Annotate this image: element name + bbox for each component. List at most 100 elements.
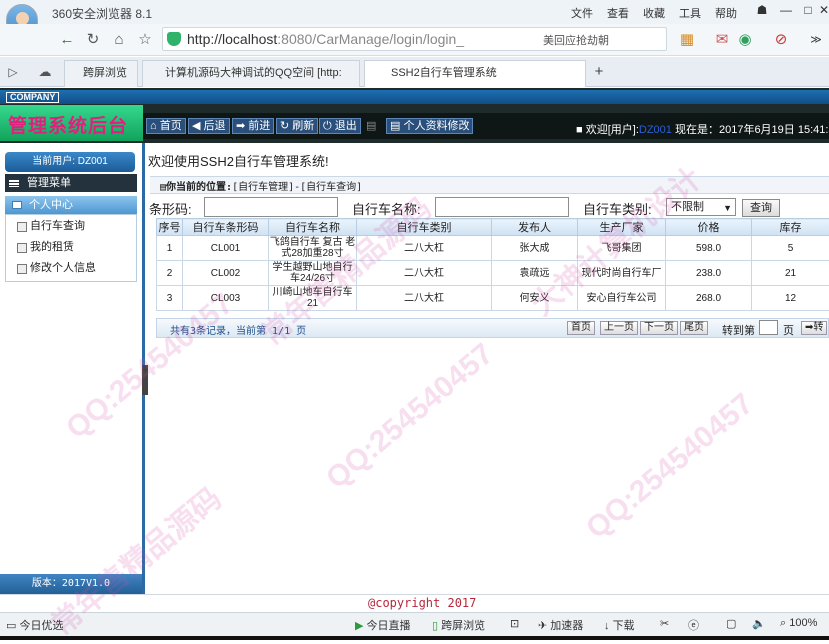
address-text[interactable]: http://localhost:8080/CarManage/login/lo… (187, 31, 464, 47)
more-icon[interactable]: ≫ (805, 29, 827, 51)
current-user-badge: 当前用户: DZ001 (5, 152, 135, 172)
menu-refresh-button[interactable]: ↻ 刷新 (276, 118, 318, 134)
refresh-icon[interactable]: ↻ (82, 29, 104, 51)
menu-forward-button[interactable]: ➡ 前进 (232, 118, 274, 134)
table-body: 1CL001飞鸽自行车 复古 老式28加重28寸二八大杠张大成飞哥集团598.0… (157, 236, 829, 311)
table-row[interactable]: 3CL003川崎山地车自行车21二八大杠何安义安心自行车公司268.012 (157, 286, 829, 311)
menu-favorites[interactable]: 收藏 (643, 5, 665, 21)
table-cell: 2 (157, 261, 183, 286)
mail-icon[interactable]: ✉ (711, 29, 733, 51)
accelerator-button[interactable]: ✈ 加速器 (538, 617, 583, 633)
menu-profile-button[interactable]: ▤ 个人资料修改 (386, 118, 473, 134)
menu-forward-label: 前进 (248, 120, 270, 132)
back-icon[interactable]: ← (56, 29, 78, 51)
menu-profile-label: 个人资料修改 (403, 120, 469, 132)
bike-name-input[interactable] (435, 197, 569, 217)
first-page-button[interactable]: 首页 (567, 321, 595, 335)
address-bar[interactable]: http://localhost:8080/CarManage/login/lo… (162, 27, 667, 51)
breadcrumb-text: ▤你当前的位置:[自行车管理]-[自行车查询] (160, 178, 362, 193)
cross-screen-button[interactable]: ▯ 跨屏浏览 (432, 617, 485, 633)
table-cell: 5 (752, 236, 829, 261)
menu-view[interactable]: 查看 (607, 5, 629, 21)
shop-icon[interactable]: ◉ (734, 29, 756, 51)
download-button[interactable]: ↓ 下载 (604, 617, 635, 633)
column-header: 序号 (157, 219, 183, 236)
column-header: 自行车类别 (357, 219, 492, 236)
play-icon: ▶ (355, 620, 363, 632)
maximize-button[interactable]: □ (798, 3, 818, 19)
tab-bike-system[interactable]: SSH2自行车管理系统 (364, 60, 586, 87)
category-label: 自行车类别: (583, 199, 652, 218)
address-search-suggestion[interactable]: 美回应抢劫朝 (543, 32, 609, 48)
zoom-icon: ⌕ (780, 617, 786, 629)
table-cell: 二八大杠 (357, 236, 492, 261)
table-cell: CL003 (183, 286, 269, 311)
cloud-icon[interactable]: ☁ (34, 61, 56, 83)
menu-file[interactable]: 文件 (571, 5, 593, 21)
menu-group-personal[interactable]: 个人中心 (5, 196, 137, 214)
next-page-button[interactable]: 下一页 (640, 321, 678, 335)
folder-icon (12, 201, 22, 209)
minimize-button[interactable]: — (776, 3, 796, 19)
table-row[interactable]: 2CL002学生越野山地自行车24/26寸二八大杠袁疏远现代时尚自行车厂238.… (157, 261, 829, 286)
menu-back-button[interactable]: ◀ 后退 (188, 118, 230, 134)
menu-logout-button[interactable]: ⏻ 退出 (319, 118, 361, 134)
welcome-bar: ■ 欢迎[用户]:DZ001 现在是：2017年6月19日 15:41:3 (576, 121, 829, 137)
adblock-icon[interactable]: ⊘ (770, 29, 792, 51)
query-button[interactable]: 查询 (742, 199, 780, 217)
sidebar-item-edit-profile[interactable]: 修改个人信息 (17, 259, 96, 277)
status-misc-icon[interactable]: ⊡ (510, 617, 519, 630)
goto-label: 转到第 (722, 322, 755, 338)
category-select[interactable]: 不限制 (666, 198, 736, 216)
welcome-prefix: 欢迎[用户]: (586, 124, 639, 136)
close-button[interactable]: ✕ (818, 3, 829, 19)
new-tab-button[interactable]: + (588, 61, 610, 83)
address-host: http://localhost (187, 31, 277, 47)
table-cell: 川崎山地车自行车21 (269, 286, 357, 311)
download-label: 下载 (613, 620, 635, 632)
brand-title: 管理系统后台 (8, 111, 128, 138)
extensions-icon[interactable]: ▦ (676, 29, 698, 51)
column-header: 生产厂家 (578, 219, 666, 236)
barcode-input[interactable] (204, 197, 338, 217)
volume-icon[interactable]: 🔈 (752, 617, 766, 630)
phone-icon: ▯ (432, 620, 438, 632)
tab-qq-space[interactable]: 计算机源码大神调试的QQ空间 [http: (142, 60, 360, 87)
table-cell: 二八大杠 (357, 261, 492, 286)
table-cell: 12 (752, 286, 829, 311)
menu-tools[interactable]: 工具 (679, 5, 701, 21)
status-cut-icon[interactable]: ✂ (660, 617, 669, 630)
page-unit-label: 页 (783, 322, 794, 338)
status-ie-icon[interactable]: ⓔ (688, 617, 699, 633)
menu-help[interactable]: 帮助 (715, 5, 737, 21)
menu-home-button[interactable]: ⌂ 首页 (146, 118, 186, 134)
menu-logout-label: 退出 (335, 120, 357, 132)
sidebar-item-bike-query[interactable]: 自行车查询 (17, 217, 85, 235)
daily-picks[interactable]: ▭ 今日优选 (6, 617, 63, 633)
cross-screen-label: 跨屏浏览 (441, 620, 485, 632)
pager-info: 共有3条记录，当前第 1/1 页 (170, 322, 306, 337)
tab-cross-screen[interactable]: 跨屏浏览 (64, 60, 138, 87)
home-icon[interactable]: ⌂ (108, 29, 130, 51)
skin-icon[interactable]: ☗ (752, 3, 772, 19)
download-icon: ↓ (604, 620, 610, 632)
welcome-user: DZ001 (639, 124, 672, 136)
live-button[interactable]: ▶ 今日直播 (355, 617, 411, 633)
sidebar-toggle-icon[interactable]: ▷ (2, 61, 24, 83)
table-cell: 何安义 (492, 286, 578, 311)
goto-page-input[interactable] (759, 320, 778, 335)
table-cell: 学生越野山地自行车24/26寸 (269, 261, 357, 286)
last-page-button[interactable]: 尾页 (680, 321, 708, 335)
go-button[interactable]: ➡转 (801, 321, 827, 335)
sidebar-item-my-rentals[interactable]: 我的租赁 (17, 238, 74, 256)
zoom-control[interactable]: ⌕ 100% (780, 617, 817, 630)
table-cell: 飞鸽自行车 复古 老式28加重28寸 (269, 236, 357, 261)
menu-header: 管理菜单 (5, 174, 137, 192)
star-icon[interactable]: ☆ (134, 29, 156, 51)
copyright-text: @copyright 2017 (368, 596, 476, 610)
status-window-icon[interactable]: ▢ (726, 617, 736, 630)
prev-page-button[interactable]: 上一页 (600, 321, 638, 335)
table-cell: 1 (157, 236, 183, 261)
menu-separator: ▤ (366, 119, 376, 132)
table-row[interactable]: 1CL001飞鸽自行车 复古 老式28加重28寸二八大杠张大成飞哥集团598.0… (157, 236, 829, 261)
